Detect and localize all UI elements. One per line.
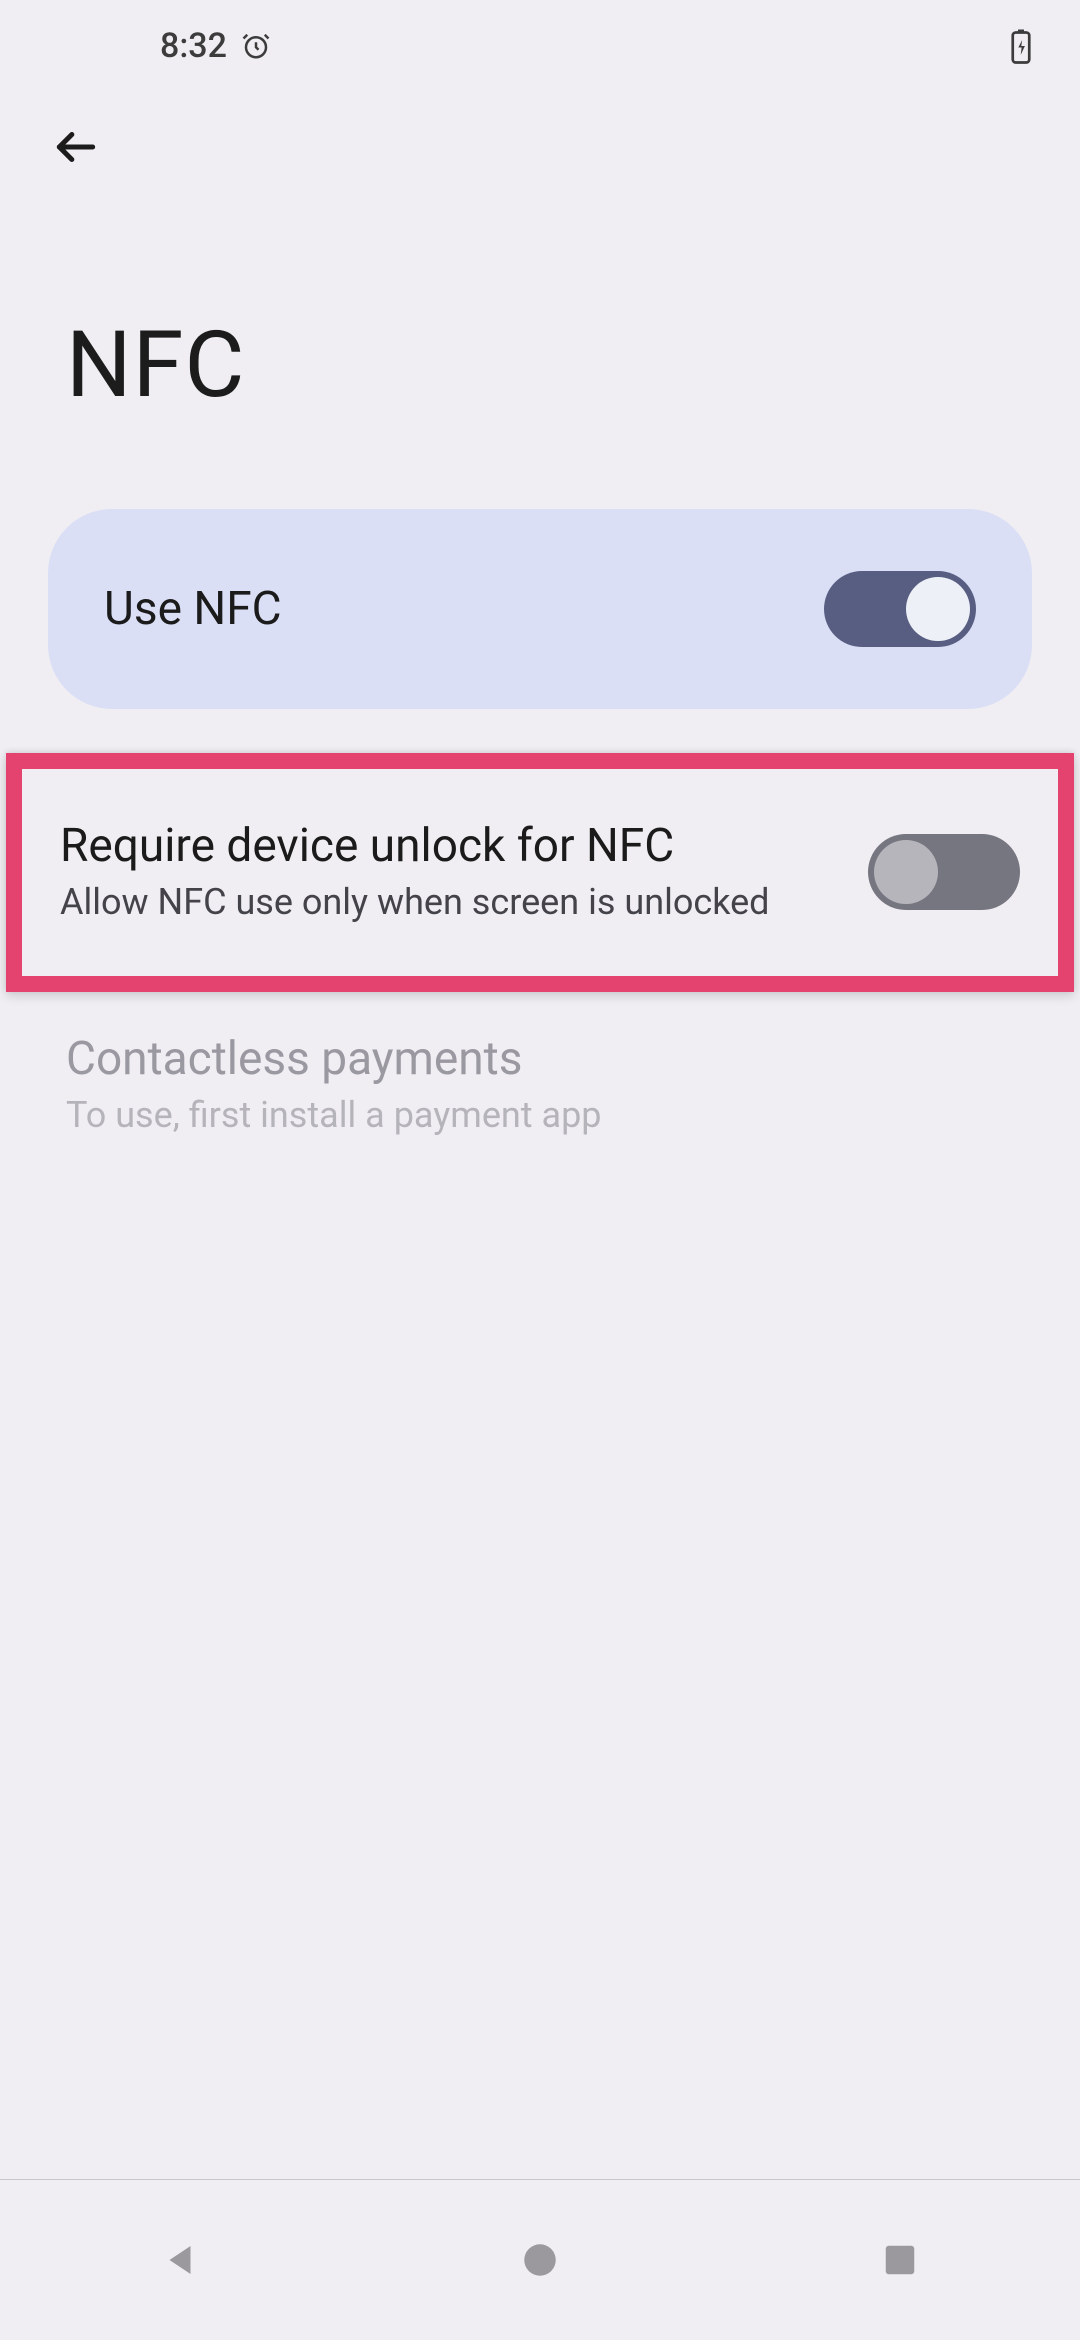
status-left: 8:32	[160, 26, 271, 66]
app-bar	[0, 92, 1080, 202]
nav-recents-button[interactable]	[800, 2210, 1000, 2310]
back-arrow-icon	[51, 122, 101, 172]
use-nfc-label: Use NFC	[104, 582, 282, 636]
contactless-payments-row: Contactless payments To use, first insta…	[48, 992, 1032, 1179]
nav-home-icon	[519, 2239, 561, 2281]
status-right	[1010, 28, 1032, 64]
use-nfc-card[interactable]: Use NFC	[48, 509, 1032, 709]
settings-content: Use NFC Require device unlock for NFC Al…	[0, 509, 1080, 2340]
require-unlock-highlight: Require device unlock for NFC Allow NFC …	[6, 753, 1074, 992]
require-unlock-text: Require device unlock for NFC Allow NFC …	[60, 819, 844, 926]
nav-back-icon	[159, 2239, 201, 2281]
switch-knob	[874, 840, 938, 904]
alarm-icon	[241, 31, 271, 61]
use-nfc-switch[interactable]	[824, 571, 976, 647]
page-title: NFC	[66, 312, 1014, 419]
nav-home-button[interactable]	[440, 2210, 640, 2310]
nav-recents-icon	[881, 2241, 919, 2279]
require-unlock-row[interactable]: Require device unlock for NFC Allow NFC …	[36, 787, 1044, 958]
require-unlock-title: Require device unlock for NFC	[60, 819, 844, 873]
require-unlock-switch[interactable]	[868, 834, 1020, 910]
navigation-bar	[0, 2180, 1080, 2340]
nav-back-button[interactable]	[80, 2210, 280, 2310]
status-time: 8:32	[160, 26, 227, 66]
back-button[interactable]	[40, 111, 112, 183]
switch-knob	[906, 577, 970, 641]
contactless-payments-text: Contactless payments To use, first insta…	[66, 1032, 1014, 1139]
contactless-payments-subtitle: To use, first install a payment app	[66, 1092, 1014, 1139]
contactless-payments-title: Contactless payments	[66, 1032, 1014, 1086]
battery-charging-icon	[1010, 28, 1032, 64]
title-block: NFC	[0, 202, 1080, 509]
status-bar: 8:32	[0, 0, 1080, 92]
require-unlock-subtitle: Allow NFC use only when screen is unlock…	[60, 879, 844, 926]
